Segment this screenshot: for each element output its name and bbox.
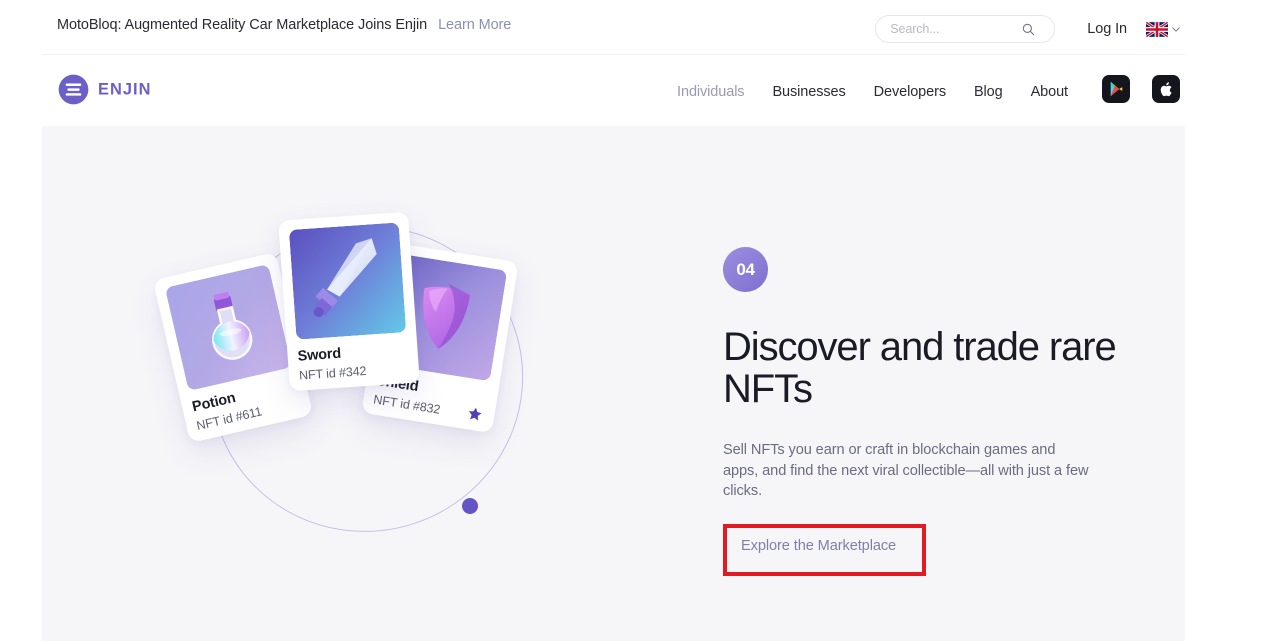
nav-item-businesses[interactable]: Businesses bbox=[772, 84, 845, 100]
sword-thumbnail bbox=[288, 222, 407, 340]
apple-app-store-icon bbox=[1160, 81, 1172, 96]
search-box[interactable] bbox=[875, 15, 1056, 43]
nft-cards-illustration: Potion NFT id #611 Sword NFT id #342 Shi… bbox=[152, 211, 642, 576]
nav-item-blog[interactable]: Blog bbox=[974, 84, 1003, 100]
search-input[interactable] bbox=[890, 22, 1023, 36]
language-selector[interactable] bbox=[1146, 21, 1180, 37]
search-icon[interactable] bbox=[1022, 23, 1035, 36]
step-number-badge: 04 bbox=[723, 247, 768, 292]
announcement-content: MotoBloq: Augmented Reality Car Marketpl… bbox=[57, 17, 511, 33]
hero-title: Discover and trade rare NFTs bbox=[723, 325, 1117, 411]
sword-icon bbox=[288, 222, 407, 340]
login-link[interactable]: Log In bbox=[1087, 21, 1127, 37]
cta-wrapper: Explore the Marketplace bbox=[723, 523, 926, 576]
hero-description: Sell NFTs you earn or craft in blockchai… bbox=[723, 442, 1089, 499]
nav-item-developers[interactable]: Developers bbox=[874, 84, 946, 100]
nav-item-individuals[interactable]: Individuals bbox=[677, 84, 745, 100]
nav-item-about[interactable]: About bbox=[1031, 84, 1069, 100]
enjin-wordmark: ENJIN bbox=[98, 81, 151, 99]
hero-section: Potion NFT id #611 Sword NFT id #342 Shi… bbox=[42, 126, 1185, 641]
orbit-dot-bottom bbox=[462, 498, 478, 514]
google-play-button[interactable] bbox=[1102, 75, 1130, 103]
nft-card-sword[interactable]: Sword NFT id #342 bbox=[278, 211, 420, 392]
enjin-logo[interactable]: ENJIN bbox=[57, 73, 195, 106]
hero-copy-column: 04 Discover and trade rare NFTs Sell NFT… bbox=[723, 247, 1143, 576]
star-icon bbox=[468, 407, 482, 421]
primary-navigation: Individuals Businesses Developers Blog A… bbox=[649, 75, 1180, 103]
main-header: ENJIN Individuals Businesses Developers … bbox=[0, 54, 1264, 126]
enjin-circle-logo-icon bbox=[58, 74, 89, 105]
uk-flag-icon bbox=[1146, 21, 1168, 37]
svg-text:ENJIN: ENJIN bbox=[98, 81, 151, 99]
header-divider bbox=[42, 54, 1185, 55]
announcement-text: MotoBloq: Augmented Reality Car Marketpl… bbox=[57, 17, 428, 33]
announcement-learn-more-link[interactable]: Learn More bbox=[438, 17, 511, 33]
announcement-bar: MotoBloq: Augmented Reality Car Marketpl… bbox=[0, 0, 1264, 54]
google-play-icon bbox=[1110, 81, 1122, 97]
nft-card-id: NFT id #342 bbox=[298, 363, 367, 383]
topbar-right-group: Log In bbox=[875, 15, 1180, 43]
potion-flask-icon bbox=[164, 263, 292, 392]
apple-app-store-button[interactable] bbox=[1152, 75, 1180, 103]
explore-marketplace-link[interactable]: Explore the Marketplace bbox=[723, 524, 914, 568]
potion-thumbnail bbox=[164, 263, 292, 392]
chevron-down-icon[interactable] bbox=[1172, 26, 1180, 32]
